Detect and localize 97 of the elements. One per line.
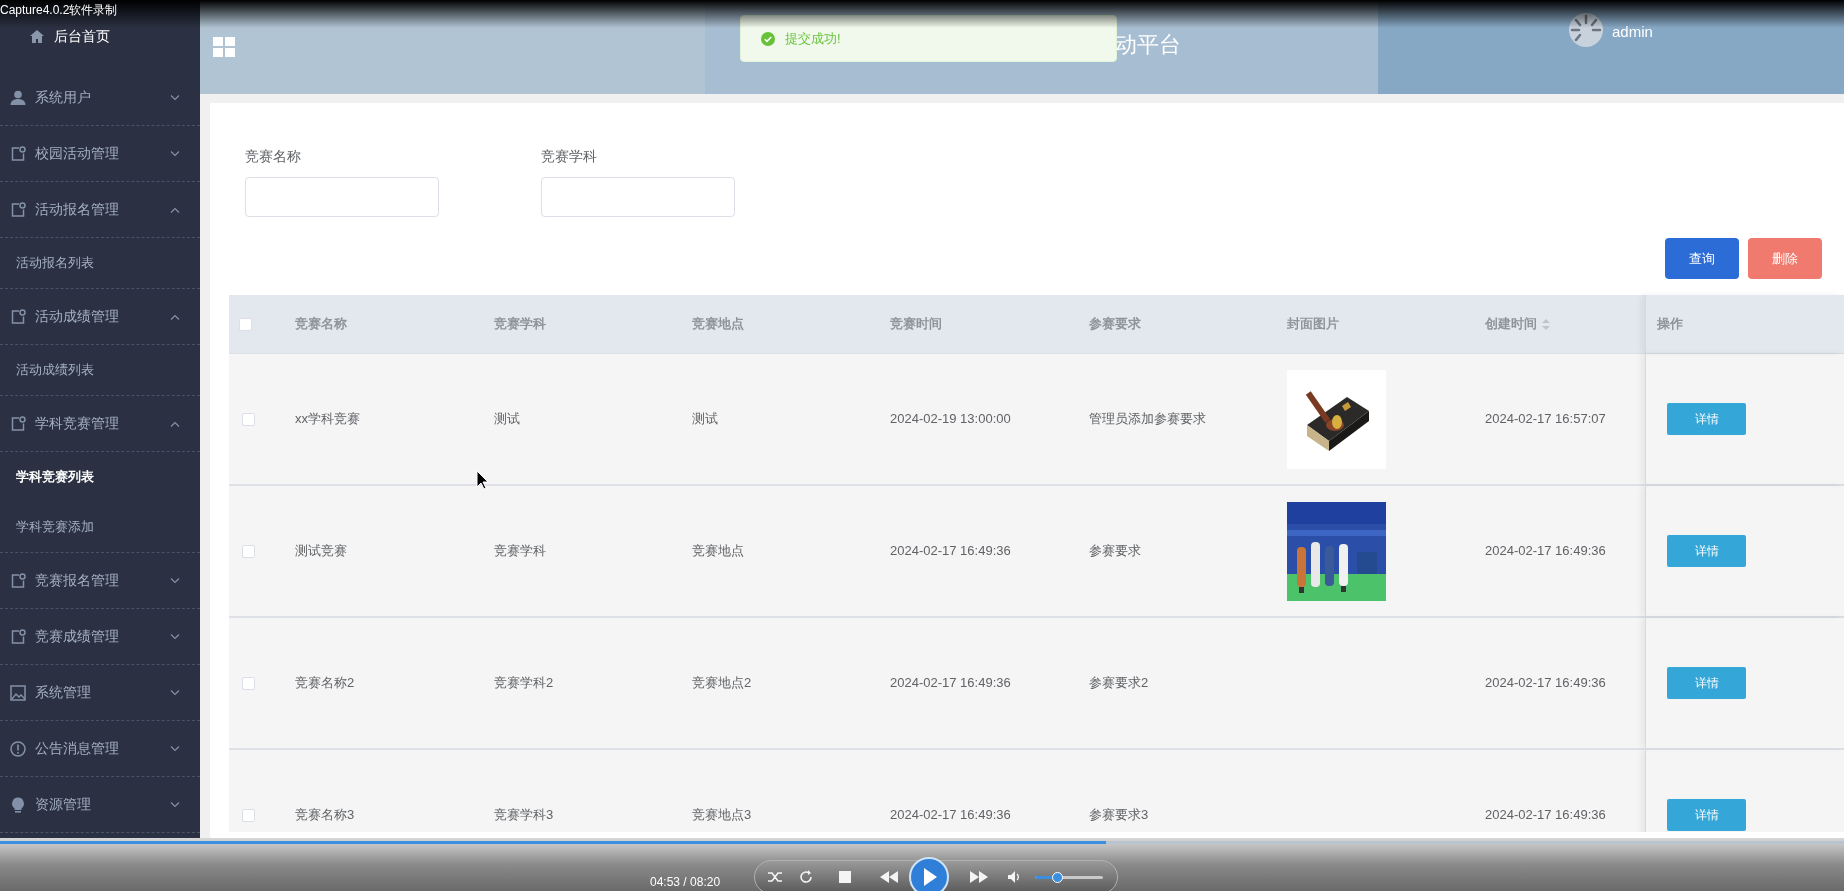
check-circle-icon: [761, 31, 775, 46]
shuffle-icon[interactable]: [767, 870, 783, 884]
menu-item[interactable]: 资源管理: [35, 794, 161, 815]
avatar-icon[interactable]: [1568, 12, 1604, 48]
menu-item[interactable]: 活动报名管理: [35, 199, 161, 220]
chevron-down-icon[interactable]: [170, 94, 180, 101]
column-header: 竞赛地点: [692, 315, 744, 334]
menu-item[interactable]: 后台首页: [54, 25, 110, 47]
table-row[interactable]: xx学科竞赛 测试 测试 2024-02-19 13:00:00 管理员添加参赛要求 2024-02-17 16:57:07 详情: [229, 354, 1844, 486]
document-icon: [10, 415, 26, 432]
menu-item[interactable]: 公告消息管理: [35, 738, 161, 759]
table-row[interactable]: 竞赛名称2 竞赛学科2 竞赛地点2 2024-02-17 16:49:36 参赛要求2 2024-02-17 16:49:36 详情: [229, 618, 1844, 750]
fast-forward-icon[interactable]: [969, 871, 989, 883]
column-header: 竞赛名称: [295, 315, 347, 334]
table-cell-text: 参赛要求2: [1089, 674, 1149, 693]
chevron-down-icon[interactable]: [170, 577, 180, 584]
table-cell-text: xx学科竞赛: [295, 410, 360, 429]
time-display: 04:53 / 08:20: [650, 874, 721, 891]
info-icon: [10, 740, 26, 757]
menu-item[interactable]: 活动成绩管理: [35, 306, 161, 327]
input-field[interactable]: [245, 177, 439, 217]
table-row[interactable]: 竞赛名称3 竞赛学科3 竞赛地点3 2024-02-17 16:49:36 参赛要求3 2024-02-17 16:49:36 详情: [229, 750, 1844, 832]
table-cell-text: 管理员添加参赛要求: [1089, 410, 1206, 429]
recorder-title: Capture4.0.2软件录制: [0, 2, 118, 19]
menu-item[interactable]: 学科竞赛管理: [35, 413, 161, 434]
field-label: 竞赛名称: [245, 147, 302, 166]
checkbox[interactable]: [242, 676, 255, 690]
field-label: 竞赛学科: [541, 147, 598, 166]
table-cell-text: 竞赛学科: [494, 542, 546, 561]
table-cell-text: 2024-02-17 16:49:36: [1485, 542, 1606, 561]
column-header: 参赛要求: [1089, 315, 1141, 334]
table-cell-text: 测试: [494, 410, 520, 429]
header-title: 动平台: [1115, 31, 1181, 59]
chevron-down-icon[interactable]: [170, 745, 180, 752]
image-icon: [10, 684, 26, 701]
document-icon: [10, 572, 26, 589]
column-header: 封面图片: [1287, 315, 1339, 334]
progress-track[interactable]: [0, 841, 1844, 844]
rewind-icon[interactable]: [879, 871, 899, 883]
document-icon: [10, 628, 26, 645]
document-icon: [10, 308, 26, 325]
chevron-up-icon[interactable]: [170, 313, 180, 320]
table-cell-text: 参赛要求3: [1089, 806, 1149, 825]
column-header: 操作: [1657, 315, 1683, 334]
menu-item[interactable]: 系统管理: [35, 682, 161, 703]
menu-item[interactable]: 校园活动管理: [35, 143, 161, 164]
chevron-down-icon[interactable]: [170, 150, 180, 157]
chevron-down-icon[interactable]: [170, 633, 180, 640]
submenu-item[interactable]: 活动成绩列表: [0, 345, 200, 395]
checkbox[interactable]: [242, 412, 255, 426]
column-header: 竞赛学科: [494, 315, 546, 334]
checkbox[interactable]: [242, 808, 255, 822]
table-cell-text: 测试竞赛: [295, 542, 347, 561]
table-cell-text: 2024-02-19 13:00:00: [890, 410, 1011, 429]
table-cell-text: 竞赛名称3: [295, 806, 355, 825]
table-cell-text: 2024-02-17 16:49:36: [890, 542, 1011, 561]
bulb-icon: [10, 796, 26, 813]
user-icon: [10, 89, 26, 106]
play-button[interactable]: [909, 857, 949, 891]
menu-item[interactable]: 竞赛成绩管理: [35, 626, 161, 647]
table-cell-text: 2024-02-17 16:57:07: [1485, 410, 1606, 429]
menu-item[interactable]: 系统用户: [35, 87, 161, 108]
submenu-item[interactable]: 活动报名列表: [0, 238, 200, 288]
chevron-down-icon[interactable]: [170, 689, 180, 696]
repeat-icon[interactable]: [799, 870, 813, 884]
table-row[interactable]: 测试竞赛 竞赛学科 竞赛地点 2024-02-17 16:49:36 参赛要求 2024-02-17 16:49:36 详情: [229, 486, 1844, 618]
table-cell-text: 测试: [692, 410, 718, 429]
checkbox[interactable]: [239, 317, 252, 331]
submenu-item[interactable]: 学科竞赛添加: [0, 502, 200, 552]
table-cell-text: 2024-02-17 16:49:36: [1485, 674, 1606, 693]
column-header: 竞赛时间: [890, 315, 942, 334]
query-button[interactable]: 查询: [1665, 238, 1739, 279]
document-icon: [10, 145, 26, 162]
table-cell-text: 竞赛名称2: [295, 674, 355, 693]
table-cell-text: 2024-02-17 16:49:36: [890, 806, 1011, 825]
checkbox[interactable]: [242, 544, 255, 558]
chevron-up-icon[interactable]: [170, 420, 180, 427]
table-cell-text: 2024-02-17 16:49:36: [890, 674, 1011, 693]
toast-message: 提交成功!: [785, 29, 841, 48]
menu-item[interactable]: 竞赛报名管理: [35, 570, 161, 591]
table-cell-text: 竞赛学科2: [494, 674, 554, 693]
table-cell-text: 竞赛学科3: [494, 806, 554, 825]
table-cell-text: 竞赛地点3: [692, 806, 752, 825]
document-icon: [10, 201, 26, 218]
table-cell-text: 竞赛地点2: [692, 674, 752, 693]
cursor-icon: [476, 470, 489, 490]
table-cell-text: 竞赛地点: [692, 542, 744, 561]
table-cell-text: 参赛要求: [1089, 542, 1141, 561]
table-cell-text: 2024-02-17 16:49:36: [1485, 806, 1606, 825]
submenu-item[interactable]: 学科竞赛列表: [0, 452, 200, 502]
column-header: 创建时间: [1485, 315, 1537, 334]
volume-thumb[interactable]: [1052, 872, 1064, 883]
volume-icon[interactable]: [1007, 870, 1021, 884]
chevron-up-icon[interactable]: [170, 206, 180, 213]
input-field[interactable]: [541, 177, 735, 217]
chevron-down-icon[interactable]: [170, 801, 180, 808]
home-icon: [30, 29, 44, 43]
